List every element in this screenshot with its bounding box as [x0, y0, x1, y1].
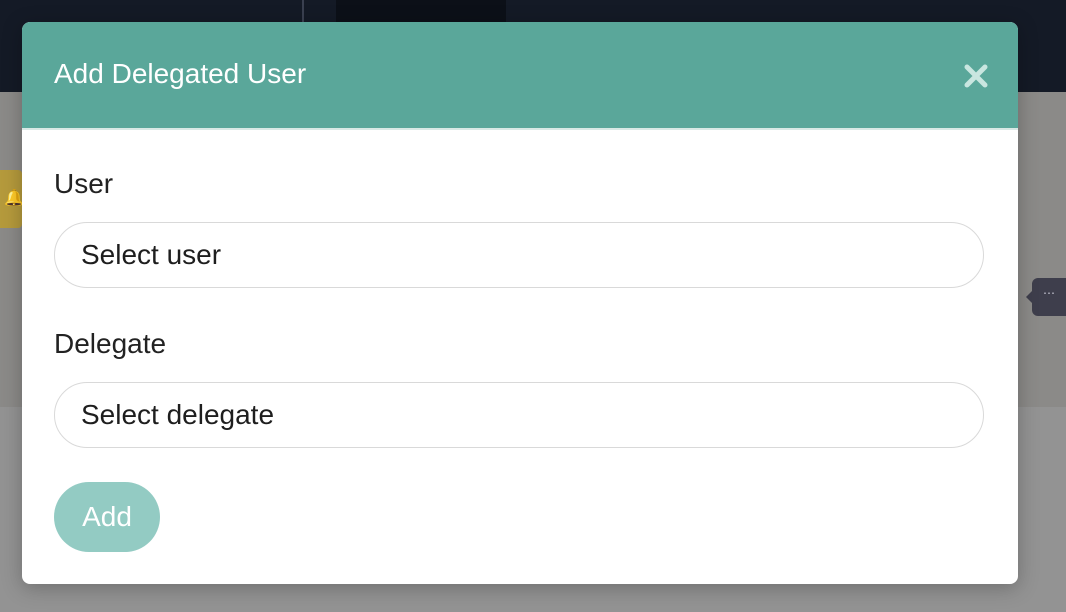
- topbar-active-tab: [336, 0, 506, 22]
- more-icon: ⋯: [1043, 286, 1056, 300]
- close-icon: [964, 64, 988, 88]
- modal-title: Add Delegated User: [54, 58, 307, 89]
- modal-header: Add Delegated User: [22, 22, 1018, 130]
- close-button[interactable]: [960, 60, 992, 92]
- more-options-tab: ⋯: [1026, 278, 1066, 316]
- delegate-select[interactable]: Select delegate: [54, 382, 984, 448]
- topbar-divider: [302, 0, 304, 22]
- notification-tab: 🔔: [0, 170, 24, 228]
- user-select-value: Select user: [81, 239, 222, 270]
- delegate-select-value: Select delegate: [81, 399, 275, 430]
- user-select[interactable]: Select user: [54, 222, 984, 288]
- add-delegated-user-modal: Add Delegated User User Select user Dele…: [22, 22, 1018, 584]
- bell-icon: 🔔: [4, 190, 24, 207]
- add-button[interactable]: Add: [54, 482, 160, 552]
- delegate-label: Delegate: [54, 328, 167, 359]
- user-label: User: [54, 168, 114, 199]
